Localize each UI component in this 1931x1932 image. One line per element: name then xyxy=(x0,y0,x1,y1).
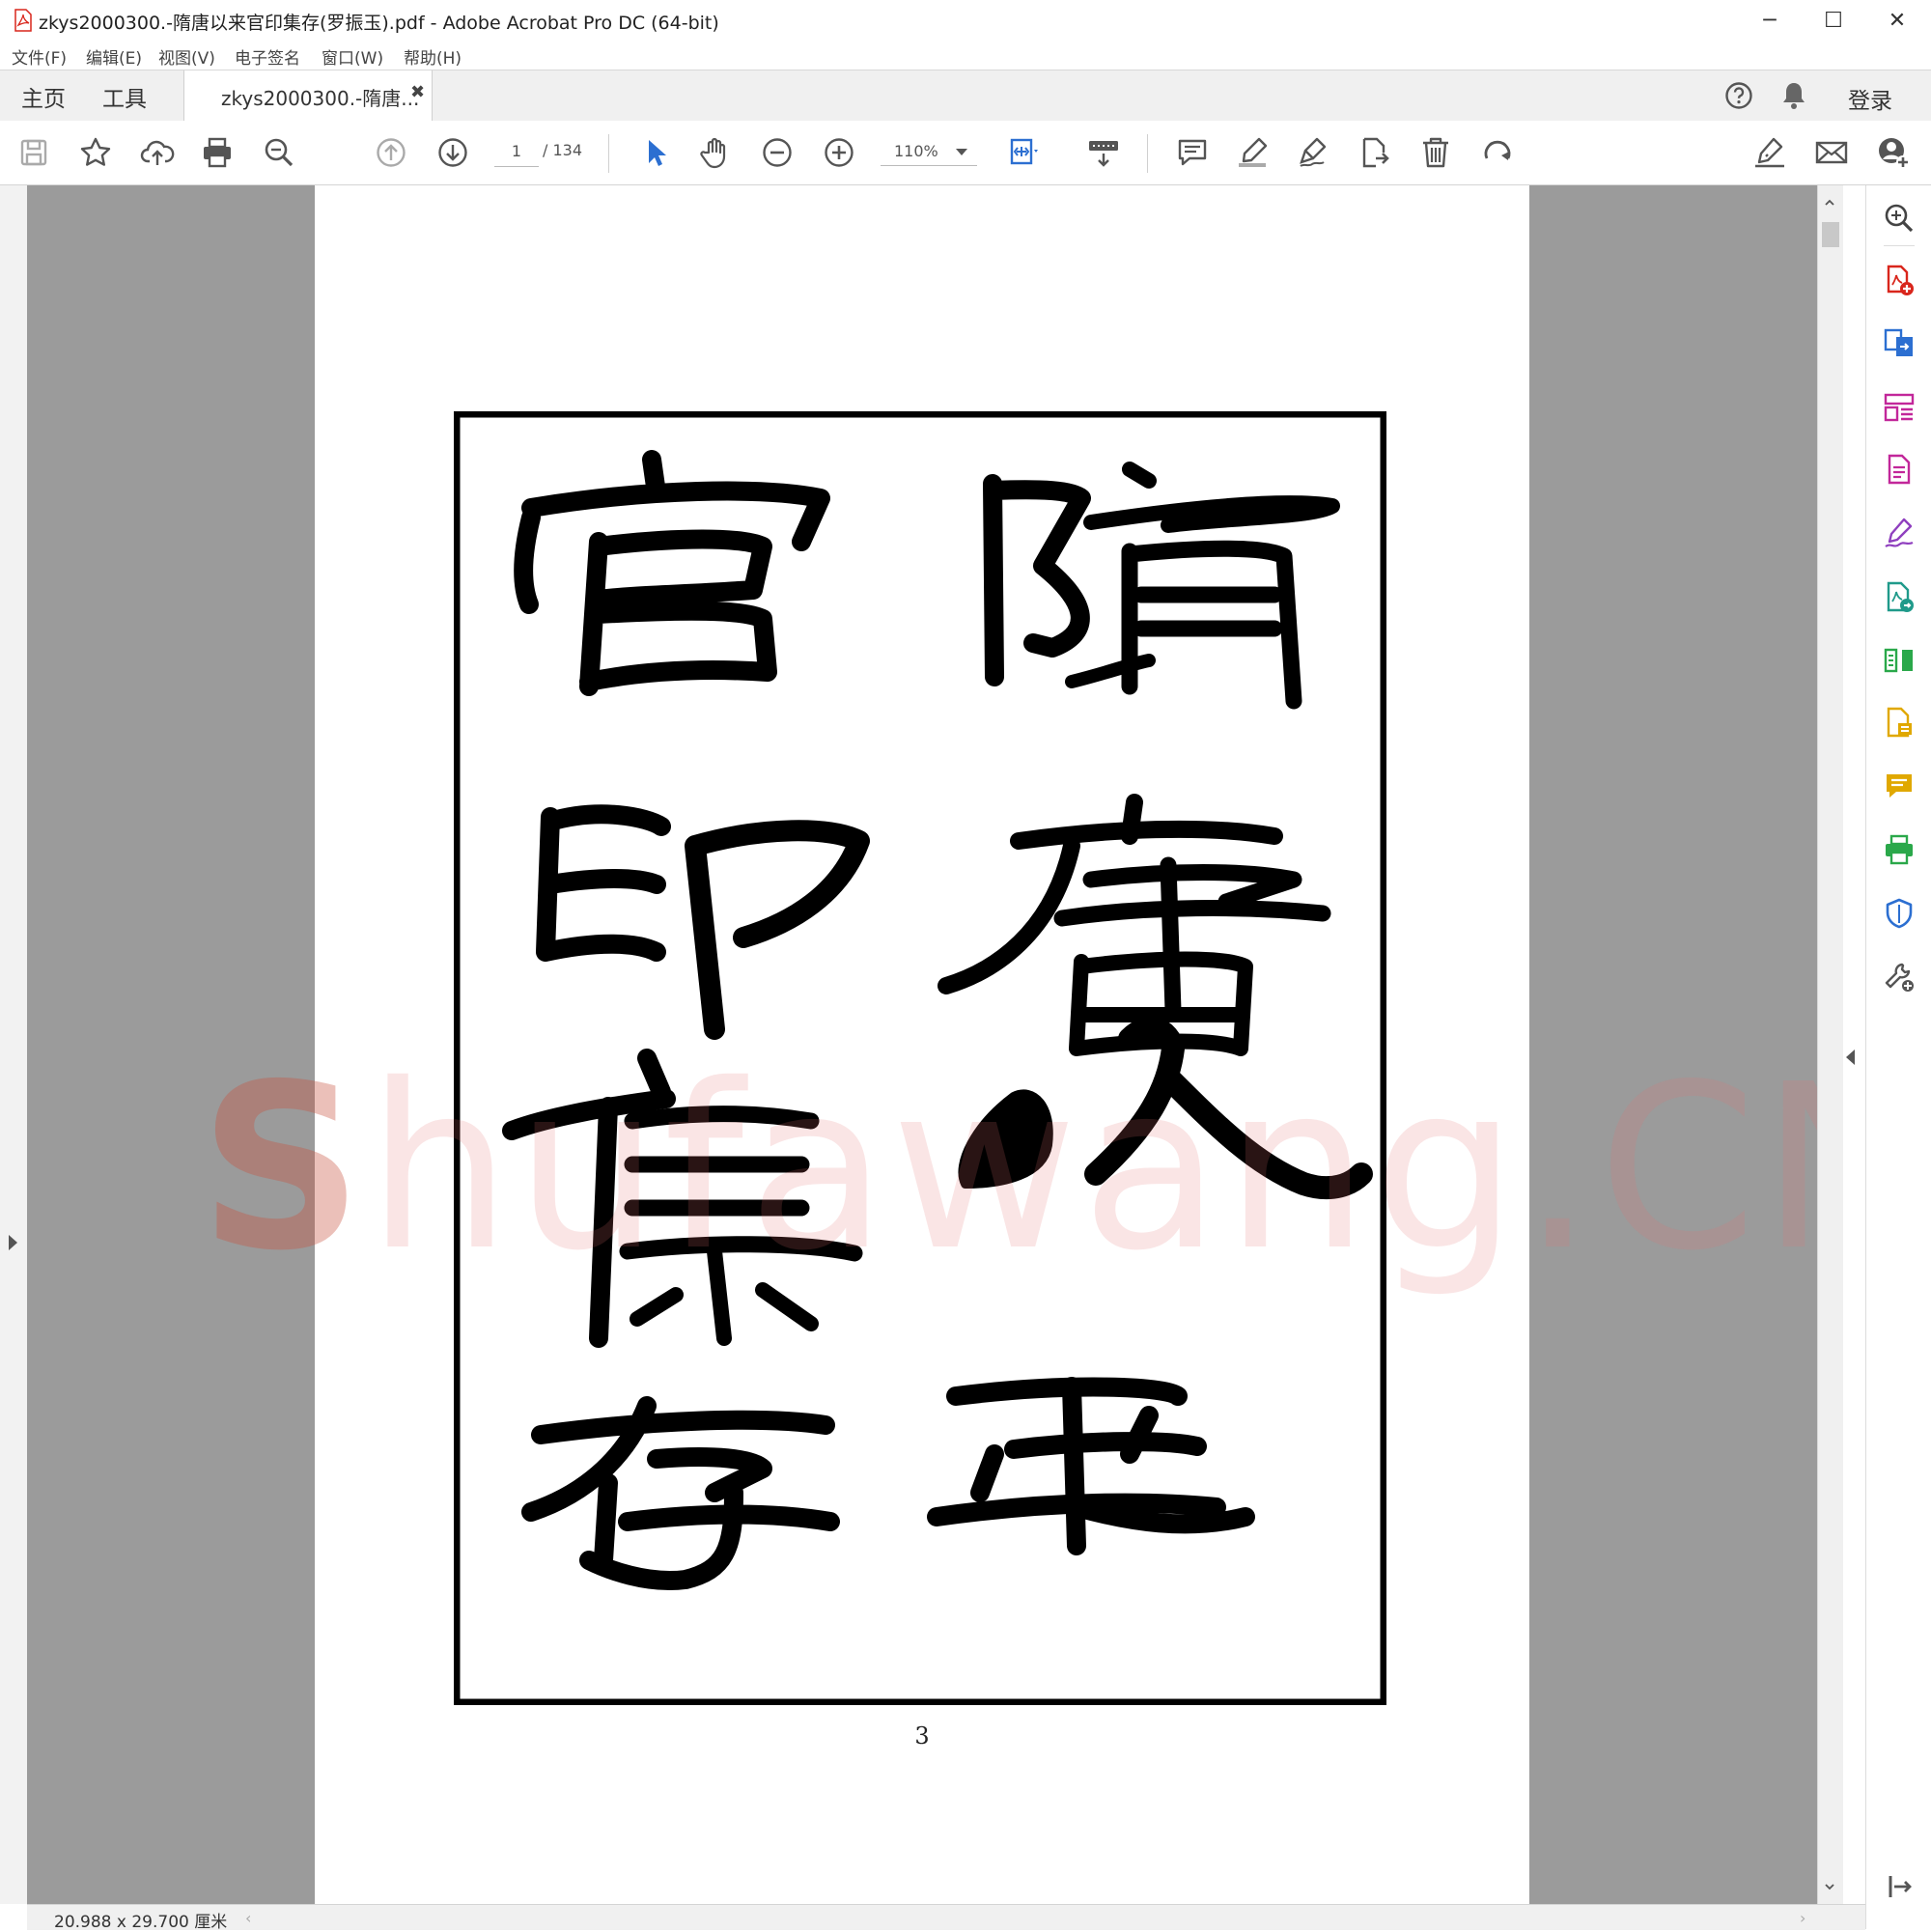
sign-icon[interactable] xyxy=(1749,132,1790,173)
cloud-upload-icon[interactable] xyxy=(137,132,178,173)
hand-tool-icon[interactable] xyxy=(695,132,736,173)
zoom-out-icon[interactable] xyxy=(757,132,798,173)
expand-pane-icon[interactable] xyxy=(1880,1867,1918,1906)
combine-files-icon[interactable] xyxy=(1880,324,1918,363)
maximize-button[interactable]: ☐ xyxy=(1802,0,1865,41)
page-total: / 134 xyxy=(543,141,583,159)
toolbar-divider xyxy=(608,134,609,173)
organize-pages-icon[interactable] xyxy=(1880,388,1918,427)
vertical-scrollbar[interactable] xyxy=(1817,185,1843,1904)
edit-pdf-icon[interactable] xyxy=(1880,703,1918,742)
page-fit-icon[interactable] xyxy=(1004,132,1045,173)
page-number-input[interactable]: 1 xyxy=(494,137,539,167)
highlight-pen-icon[interactable] xyxy=(1232,132,1273,173)
export-pdf-icon[interactable] xyxy=(1880,450,1918,489)
scroll-down-icon[interactable] xyxy=(1824,1881,1835,1892)
notification-bell-icon[interactable] xyxy=(1780,80,1807,111)
calligraphy-char-cun xyxy=(521,1396,840,1590)
more-tools-icon[interactable] xyxy=(1880,958,1918,996)
select-arrow-icon[interactable] xyxy=(635,132,676,173)
email-icon[interactable] xyxy=(1811,132,1852,173)
close-tab-icon[interactable]: ✖ xyxy=(410,82,425,102)
create-pdf-icon[interactable] xyxy=(1880,261,1918,299)
acrobat-pdf-icon xyxy=(14,9,32,32)
tab-tools[interactable]: 工具 xyxy=(102,80,147,113)
delete-icon[interactable] xyxy=(1415,132,1456,173)
close-window-button[interactable]: ✕ xyxy=(1865,0,1929,41)
main-toolbar: 1 / 134 110% xyxy=(0,121,1931,185)
calligraphy-char-tang xyxy=(938,794,1331,1056)
compare-icon[interactable] xyxy=(1880,641,1918,680)
protect-shield-icon[interactable] xyxy=(1880,894,1918,933)
chevron-down-icon[interactable] xyxy=(956,149,967,155)
pane-divider xyxy=(1884,245,1915,246)
calligraphy-char-yin xyxy=(536,804,870,1040)
comment-icon[interactable] xyxy=(1172,132,1213,173)
login-button[interactable]: 登录 xyxy=(1848,82,1892,115)
draw-sign-icon[interactable] xyxy=(1294,132,1334,173)
print-production-icon[interactable] xyxy=(1880,830,1918,869)
search-enhance-icon[interactable] xyxy=(1880,199,1918,238)
fill-sign-icon[interactable] xyxy=(1880,514,1918,552)
watermark-text: Shufawang.CN xyxy=(199,1035,1817,1301)
expand-left-pane-icon[interactable] xyxy=(9,1235,17,1250)
comment-tool-icon[interactable] xyxy=(1880,767,1918,805)
page-dimensions: 20.988 x 29.700 厘米 xyxy=(54,1913,228,1932)
calligraphy-char-lai xyxy=(927,1377,1255,1555)
menu-e-sign[interactable]: 电子签名 xyxy=(235,44,300,69)
tab-home[interactable]: 主页 xyxy=(21,80,66,113)
share-export-icon[interactable] xyxy=(1354,132,1394,173)
left-navigation-panel[interactable] xyxy=(0,185,28,1904)
page-number-label: 3 xyxy=(914,1722,930,1750)
tab-document[interactable]: zkys2000300.-隋唐... ✖ xyxy=(183,70,433,122)
title-bar: zkys2000300.-隋唐以来官印集存(罗振玉).pdf - Adobe A… xyxy=(0,0,1931,41)
keyboard-scroll-icon[interactable] xyxy=(1083,132,1124,173)
collapse-right-pane-icon[interactable] xyxy=(1846,1050,1855,1065)
menu-view[interactable]: 视图(V) xyxy=(158,44,215,69)
save-icon[interactable] xyxy=(14,132,54,173)
zoom-in-icon[interactable] xyxy=(819,132,859,173)
help-icon[interactable] xyxy=(1724,81,1753,110)
menu-file[interactable]: 文件(F) xyxy=(12,44,67,69)
scrollbar-thumb[interactable] xyxy=(1822,222,1839,247)
calligraphy-char-guan xyxy=(514,450,830,696)
watermark-rest: hufawang.CN xyxy=(366,1035,1817,1301)
document-tab-label: zkys2000300.-隋唐... xyxy=(221,87,420,110)
status-bar: 20.988 x 29.700 厘米 ‹ › xyxy=(27,1904,1865,1932)
tab-bar: 主页 工具 zkys2000300.-隋唐... ✖ 登录 xyxy=(0,70,1931,122)
window-title: zkys2000300.-隋唐以来官印集存(罗振玉).pdf - Adobe A… xyxy=(39,13,719,34)
right-tools-pane xyxy=(1865,185,1931,1929)
search-zoom-icon[interactable] xyxy=(259,132,299,173)
calligraphy-char-sui xyxy=(983,462,1340,710)
send-for-review-icon[interactable] xyxy=(1880,577,1918,616)
rotate-icon[interactable] xyxy=(1477,132,1518,173)
scroll-right-icon[interactable]: › xyxy=(1800,1909,1805,1927)
next-page-icon[interactable] xyxy=(433,132,473,173)
account-add-icon[interactable] xyxy=(1873,132,1914,173)
menu-edit[interactable]: 编辑(E) xyxy=(86,44,142,69)
scroll-left-icon[interactable]: ‹ xyxy=(245,1909,251,1927)
document-view[interactable]: 3 Shufawang.CN xyxy=(27,185,1817,1904)
toolbar-divider xyxy=(1147,134,1148,173)
bookmark-star-icon[interactable] xyxy=(75,132,116,173)
print-icon[interactable] xyxy=(197,132,238,173)
menu-window[interactable]: 窗口(W) xyxy=(322,44,383,69)
minimize-button[interactable]: ─ xyxy=(1738,0,1802,41)
scroll-up-icon[interactable] xyxy=(1824,197,1835,209)
menu-help[interactable]: 帮助(H) xyxy=(404,44,462,69)
menu-bar: 文件(F) 编辑(E) 视图(V) 电子签名 窗口(W) 帮助(H) xyxy=(0,41,1931,70)
previous-page-icon[interactable] xyxy=(371,132,411,173)
